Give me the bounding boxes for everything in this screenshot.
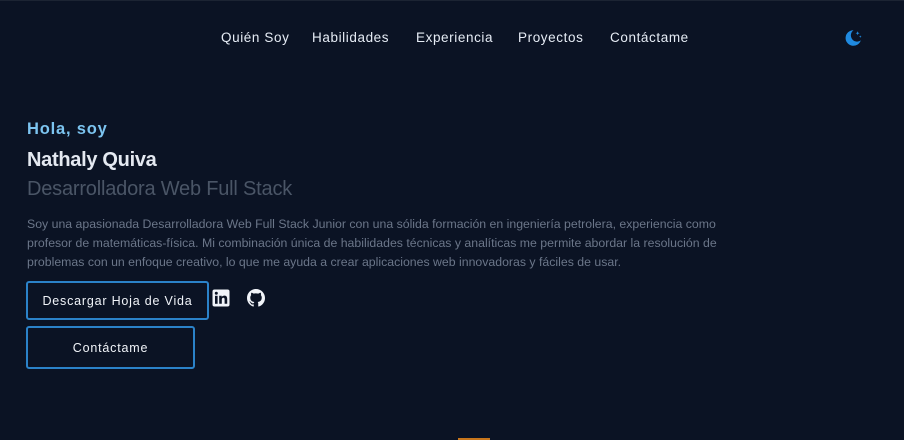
hero-greeting: Hola, soy	[27, 120, 108, 138]
download-cv-button[interactable]: Descargar Hoja de Vida	[26, 281, 209, 320]
nav-link-experiencia[interactable]: Experiencia	[416, 29, 493, 47]
contact-button[interactable]: Contáctame	[26, 326, 195, 369]
hero-name: Nathaly Quiva	[27, 149, 157, 171]
github-icon[interactable]	[247, 289, 265, 307]
nav-link-contactame[interactable]: Contáctame	[610, 29, 689, 47]
moon-stars-icon[interactable]	[843, 28, 863, 48]
nav-link-proyectos[interactable]: Proyectos	[518, 29, 583, 47]
top-navigation: Quién Soy Habilidades Experiencia Proyec…	[0, 29, 904, 49]
hero-role: Desarrolladora Web Full Stack	[27, 178, 293, 200]
nav-link-habilidades[interactable]: Habilidades	[312, 29, 389, 47]
hero-bio: Soy una apasionada Desarrolladora Web Fu…	[27, 217, 717, 269]
nav-link-quien-soy[interactable]: Quién Soy	[221, 29, 289, 47]
page: Quién Soy Habilidades Experiencia Proyec…	[0, 0, 904, 440]
linkedin-icon[interactable]	[212, 289, 230, 307]
